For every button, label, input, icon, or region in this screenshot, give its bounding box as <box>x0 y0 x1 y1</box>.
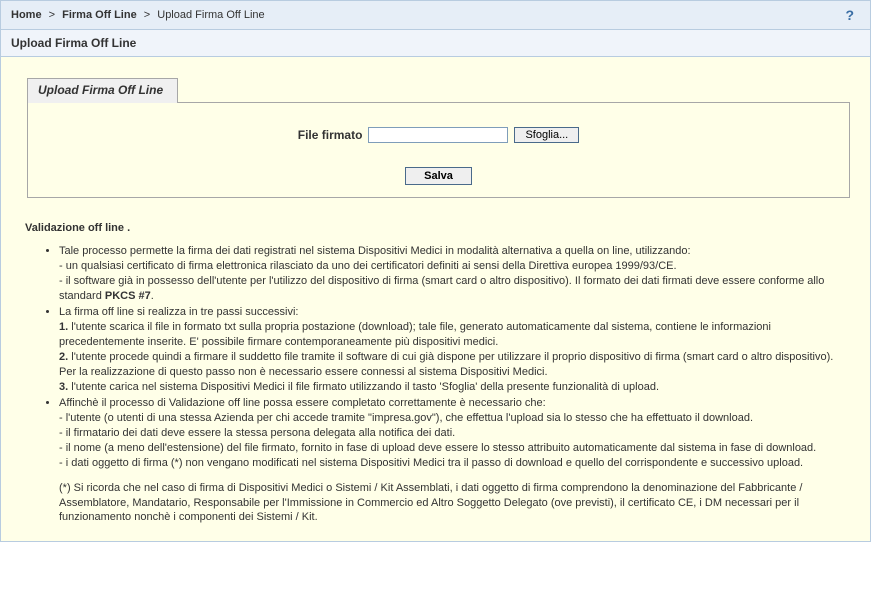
upload-panel: File firmato Sfoglia... Salva <box>27 102 850 198</box>
help-icon[interactable]: ? <box>845 7 860 23</box>
text: 3. l'utente carica nel sistema Dispositi… <box>59 380 846 395</box>
tab-container: Upload Firma Off Line File firmato Sfogl… <box>27 77 850 198</box>
breadcrumb-mid-link[interactable]: Firma Off Line <box>62 9 137 21</box>
tab-upload[interactable]: Upload Firma Off Line <box>27 78 178 103</box>
breadcrumb-path: Home > Firma Off Line > Upload Firma Off… <box>11 9 265 21</box>
breadcrumb-current: Upload Firma Off Line <box>157 9 264 21</box>
text: Tale processo permette la firma dei dati… <box>59 245 691 257</box>
list-item: La firma off line si realizza in tre pas… <box>59 305 846 394</box>
text: - il nome (a meno dell'estensione) del f… <box>59 441 846 456</box>
breadcrumb-home-link[interactable]: Home <box>11 9 42 21</box>
text: 1. l'utente scarica il file in formato t… <box>59 320 846 350</box>
text: 2. l'utente procede quindi a firmare il … <box>59 350 846 380</box>
breadcrumb-sep: > <box>49 9 55 21</box>
text: Affinchè il processo di Validazione off … <box>59 397 546 409</box>
file-input[interactable] <box>368 127 508 143</box>
page-title: Upload Firma Off Line <box>1 30 870 57</box>
text: La firma off line si realizza in tre pas… <box>59 306 298 318</box>
footnote-text: (*) Si ricorda che nel caso di firma di … <box>59 481 846 526</box>
text: - l'utente (o utenti di una stessa Azien… <box>59 411 846 426</box>
info-list: Tale processo permette la firma dei dati… <box>25 244 846 525</box>
text: - i dati oggetto di firma (*) non vengan… <box>59 456 846 471</box>
list-item: Affinchè il processo di Validazione off … <box>59 396 846 525</box>
breadcrumb-sep: > <box>144 9 150 21</box>
text: - il software già in possesso dell'utent… <box>59 274 846 304</box>
section-heading: Validazione off line . <box>25 222 846 234</box>
breadcrumb: Home > Firma Off Line > Upload Firma Off… <box>1 1 870 30</box>
text: - un qualsiasi certificato di firma elet… <box>59 259 846 274</box>
file-label: File firmato <box>298 128 363 142</box>
list-item: Tale processo permette la firma dei dati… <box>59 244 846 303</box>
content-area: Upload Firma Off Line File firmato Sfogl… <box>1 57 870 541</box>
text: - il firmatario dei dati deve essere la … <box>59 426 846 441</box>
file-field-row: File firmato Sfoglia... <box>38 127 839 143</box>
save-button[interactable]: Salva <box>405 167 472 185</box>
browse-button[interactable]: Sfoglia... <box>514 127 579 143</box>
